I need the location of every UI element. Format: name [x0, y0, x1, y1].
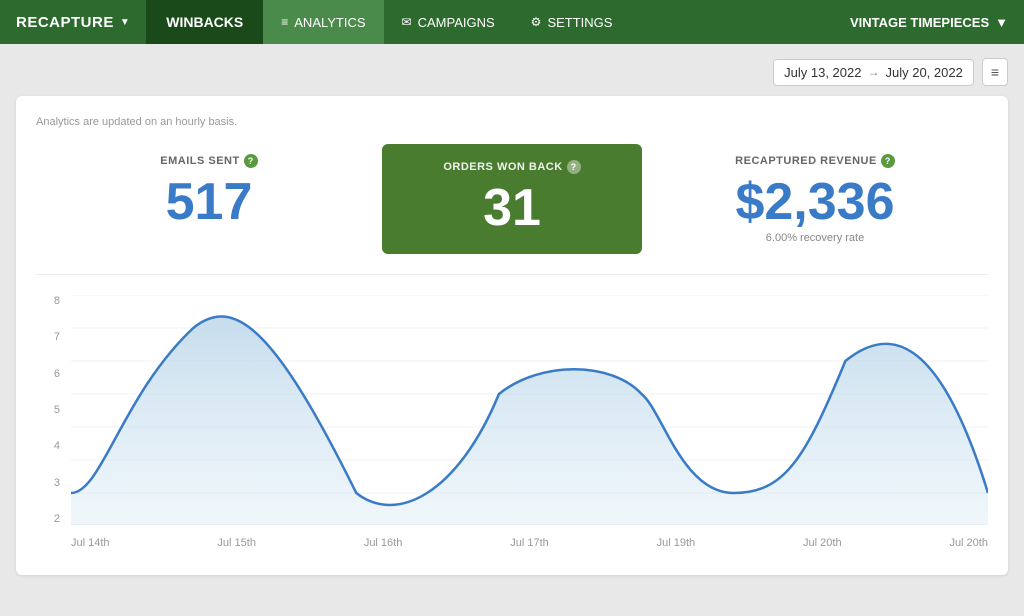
x-label-jul20a: Jul 20th [803, 537, 842, 549]
store-chevron: ▼ [995, 15, 1008, 30]
winbacks-label: WINBACKS [166, 14, 243, 30]
store-name: VINTAGE TIMEPIECES [850, 15, 989, 30]
emails-sent-value: 517 [166, 176, 253, 228]
analytics-label: ANALYTICS [294, 15, 365, 30]
orders-won-back-label: ORDERS WON BACK ? [443, 160, 580, 174]
analytics-card: Analytics are updated on an hourly basis… [16, 96, 1008, 575]
brand-label: RECAPTURE [16, 14, 114, 31]
orders-won-back-help[interactable]: ? [567, 160, 581, 174]
chart-area: 8 7 6 5 4 3 2 [36, 295, 988, 555]
brand-chevron: ▼ [120, 17, 130, 28]
recaptured-revenue-help[interactable]: ? [881, 154, 895, 168]
y-label-3: 3 [54, 477, 60, 489]
main-content: July 13, 2022 → July 20, 2022 ≡ Analytic… [0, 44, 1024, 589]
y-label-5: 5 [54, 404, 60, 416]
emails-sent-help[interactable]: ? [244, 154, 258, 168]
y-label-6: 6 [54, 368, 60, 380]
x-label-jul15: Jul 15th [217, 537, 256, 549]
date-range-row: July 13, 2022 → July 20, 2022 ≡ [16, 58, 1008, 86]
stat-orders-won-back: ORDERS WON BACK ? 31 [382, 144, 642, 254]
y-label-7: 7 [54, 331, 60, 343]
date-end: July 20, 2022 [885, 65, 962, 80]
store-selector[interactable]: VINTAGE TIMEPIECES ▼ [834, 0, 1024, 44]
recaptured-revenue-label: RECAPTURED REVENUE ? [735, 154, 895, 168]
emails-sent-label: EMAILS SENT ? [160, 154, 257, 168]
chart-svg [71, 295, 988, 525]
nav-winbacks[interactable]: WINBACKS [146, 0, 263, 44]
date-separator: → [867, 65, 879, 79]
nav-campaigns[interactable]: ✉ CAMPAIGNS [384, 0, 513, 44]
chart-area-fill [71, 317, 988, 525]
x-label-jul17: Jul 17th [510, 537, 549, 549]
analytics-note: Analytics are updated on an hourly basis… [36, 116, 988, 128]
recaptured-revenue-sub: 6.00% recovery rate [766, 232, 864, 244]
chart-x-labels: Jul 14th Jul 15th Jul 16th Jul 17th Jul … [71, 530, 988, 555]
stat-emails-sent: EMAILS SENT ? 517 [36, 144, 382, 254]
x-label-jul14: Jul 14th [71, 537, 110, 549]
analytics-icon: ≡ [281, 15, 288, 29]
x-label-jul20b: Jul 20th [949, 537, 988, 549]
y-label-2: 2 [54, 513, 60, 525]
x-label-jul19: Jul 19th [657, 537, 696, 549]
orders-won-back-value: 31 [483, 182, 541, 234]
stat-recaptured-revenue: RECAPTURED REVENUE ? $2,336 6.00% recove… [642, 144, 988, 254]
campaigns-icon: ✉ [402, 15, 412, 29]
settings-label: SETTINGS [547, 15, 612, 30]
brand-logo[interactable]: RECAPTURE ▼ [0, 0, 146, 44]
y-label-8: 8 [54, 295, 60, 307]
stats-row: EMAILS SENT ? 517 ORDERS WON BACK ? 31 R… [36, 144, 988, 275]
chart-y-labels: 8 7 6 5 4 3 2 [36, 295, 66, 525]
y-label-4: 4 [54, 440, 60, 452]
date-start: July 13, 2022 [784, 65, 861, 80]
recaptured-revenue-value: $2,336 [735, 176, 894, 228]
x-label-jul16: Jul 16th [364, 537, 403, 549]
chart-svg-container [71, 295, 988, 525]
nav-settings[interactable]: ⚙ SETTINGS [513, 0, 631, 44]
top-navigation: RECAPTURE ▼ WINBACKS ≡ ANALYTICS ✉ CAMPA… [0, 0, 1024, 44]
nav-analytics[interactable]: ≡ ANALYTICS [263, 0, 383, 44]
filter-button[interactable]: ≡ [982, 58, 1008, 86]
settings-icon: ⚙ [531, 15, 542, 29]
date-range-picker[interactable]: July 13, 2022 → July 20, 2022 [773, 59, 974, 86]
campaigns-label: CAMPAIGNS [418, 15, 495, 30]
